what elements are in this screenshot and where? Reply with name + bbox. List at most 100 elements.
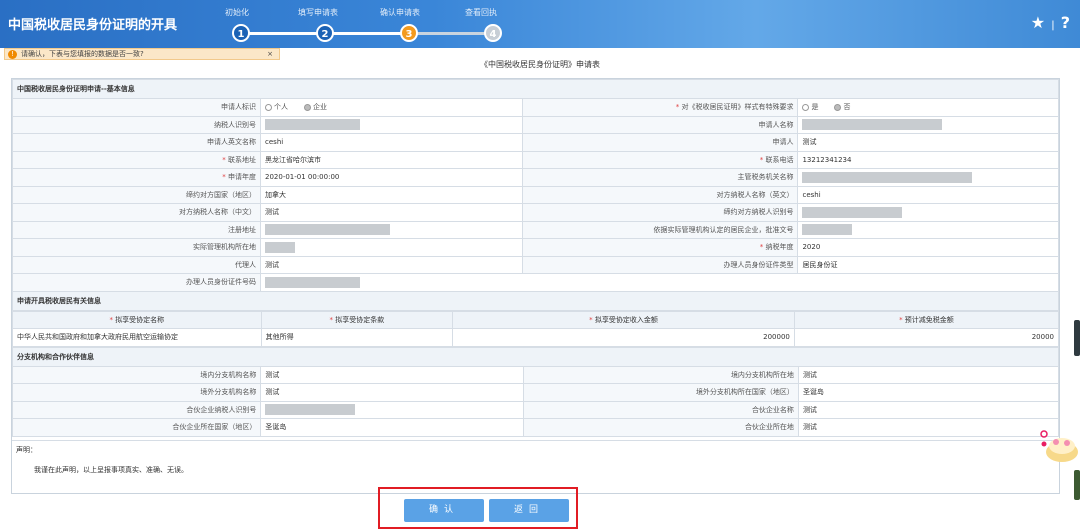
star-icon[interactable]: ★ bbox=[1031, 13, 1045, 32]
header-treaty-name-text: 拟享受协定名称 bbox=[115, 315, 165, 324]
step-label-4: 查看回执 bbox=[465, 8, 497, 17]
header-treaty-name: * 拟享受协定名称 bbox=[12, 310, 262, 329]
label-applicant-type: 申请人标识 bbox=[11, 98, 262, 117]
label-management-location: 实际管理机构所在地 bbox=[11, 238, 262, 257]
label-treaty-country: 缔约对方国家（地区） bbox=[11, 185, 262, 204]
header-treaty-article: * 拟享受协定条款 bbox=[260, 310, 454, 329]
treaty-article-value: 其他所得 bbox=[260, 328, 454, 347]
treaty-country-value: 加拿大 bbox=[260, 185, 524, 204]
label-domestic-branch: 境内分支机构名称 bbox=[11, 365, 262, 384]
basic-info-table: 中国税收居民身份证明申请--基本信息 申请人标识 个人 企业 * 对《税收居民证明… bbox=[11, 79, 1059, 311]
label-domestic-branch-location: 境内分支机构所在地 bbox=[522, 365, 799, 384]
section-basic-info: 中国税收居民身份证明申请--基本信息 bbox=[12, 79, 1059, 99]
label-special-format: * 对《税收居民证明》样式有特殊要求 bbox=[522, 98, 799, 117]
registered-address-value bbox=[260, 220, 524, 239]
label-address: * 联系地址 bbox=[11, 150, 262, 169]
tax-reduction-value: 20000 bbox=[793, 328, 1060, 347]
label-phone-text: 联系电话 bbox=[765, 155, 794, 164]
step-label-3: 确认申请表 bbox=[380, 8, 420, 17]
label-counterparty-en: 对方纳税人名称（英文） bbox=[522, 185, 799, 204]
partnership-id-value bbox=[260, 400, 524, 419]
tax-year-value: 2020 bbox=[797, 238, 1059, 257]
radio-no-label: 否 bbox=[843, 103, 851, 112]
label-apply-year-text: 申请年度 bbox=[228, 173, 257, 182]
english-name-value: ceshi bbox=[260, 133, 524, 152]
close-icon[interactable]: × bbox=[267, 49, 273, 59]
id-number-value bbox=[260, 273, 1059, 292]
side-scroll-handle[interactable] bbox=[1074, 320, 1080, 356]
step-circle-3[interactable]: 3 bbox=[400, 24, 418, 42]
counterparty-cn-value: 测试 bbox=[260, 203, 524, 222]
overseas-branch-country-value: 圣诞岛 bbox=[797, 383, 1060, 402]
header-income-amount-text: 拟享受协定收入金额 bbox=[594, 315, 658, 324]
radio-no[interactable] bbox=[834, 103, 842, 111]
label-counterparty-id: 缔约对方纳税人识别号 bbox=[522, 203, 799, 222]
label-partnership-location: 合伙企业所在地 bbox=[522, 418, 799, 437]
applicant-type-radios: 个人 企业 bbox=[260, 98, 524, 117]
overseas-branch-value: 测试 bbox=[260, 383, 524, 402]
label-special-format-text: 对《税收居民证明》样式有特殊要求 bbox=[681, 103, 794, 112]
apply-year-value: 2020-01-01 00:00:00 bbox=[260, 168, 524, 187]
section-residency-info: 申请开具税收居民有关信息 bbox=[12, 290, 1059, 311]
header-tax-reduction: * 预计减免税金额 bbox=[793, 310, 1060, 329]
label-phone: * 联系电话 bbox=[522, 150, 799, 169]
label-approval-number: 依据实际管理机构认定的居民企业，批准文号 bbox=[522, 220, 799, 239]
label-applicant-name: 申请人名称 bbox=[522, 115, 799, 134]
domestic-branch-location-value: 测试 bbox=[797, 365, 1060, 384]
label-tax-year: * 纳税年度 bbox=[522, 238, 799, 257]
domestic-branch-value: 测试 bbox=[260, 365, 524, 384]
radio-enterprise-label: 企业 bbox=[313, 103, 328, 112]
label-partnership-country: 合伙企业所在国家（地区） bbox=[11, 418, 262, 437]
label-tax-authority: 主管税务机关名称 bbox=[522, 168, 799, 187]
label-counterparty-cn: 对方纳税人名称（中文） bbox=[11, 203, 262, 222]
income-amount-value: 200000 bbox=[452, 328, 795, 347]
step-circle-4[interactable]: 4 bbox=[484, 24, 502, 42]
app-header: 中国税收居民身份证明的开具 初始化 填写申请表 确认申请表 查看回执 1 2 3… bbox=[0, 0, 1080, 48]
label-taxpayer-id: 纳税人识别号 bbox=[11, 115, 262, 134]
branch-table: 分支机构和合作伙伴信息 境内分支机构名称 测试 境内分支机构所在地 测试 境外分… bbox=[11, 346, 1060, 437]
taxpayer-id-value bbox=[260, 115, 524, 134]
step-progress: 初始化 填写申请表 确认申请表 查看回执 1 2 3 4 bbox=[222, 0, 512, 48]
tax-authority-value bbox=[797, 168, 1059, 187]
radio-personal[interactable] bbox=[265, 103, 273, 111]
applicant-name-value bbox=[797, 115, 1059, 134]
label-id-type: 办理人员身份证件类型 bbox=[522, 255, 799, 274]
confirm-button[interactable]: 确认 bbox=[404, 499, 484, 522]
step-line-todo bbox=[416, 32, 492, 35]
form-title: 《中国税收居民身份证明》申请表 bbox=[480, 60, 600, 69]
label-id-number: 办理人员身份证件号码 bbox=[11, 273, 262, 292]
label-partnership-name: 合伙企业名称 bbox=[522, 400, 799, 419]
header-income-amount: * 拟享受协定收入金额 bbox=[452, 310, 795, 329]
radio-yes-label: 是 bbox=[811, 103, 819, 112]
counterparty-en-value: ceshi bbox=[797, 185, 1059, 204]
application-form: 中国税收居民身份证明申请--基本信息 申请人标识 个人 企业 * 对《税收居民证明… bbox=[11, 78, 1060, 494]
declaration: 声明： 我谨在此声明，以上呈报事项真实、准确、无误。 bbox=[12, 440, 1059, 492]
label-tax-year-text: 纳税年度 bbox=[765, 243, 794, 252]
management-location-value bbox=[260, 238, 524, 257]
step-circle-2[interactable]: 2 bbox=[316, 24, 334, 42]
declaration-text: 我谨在此声明，以上呈报事项真实、准确、无误。 bbox=[34, 466, 188, 474]
step-label-2: 填写申请表 bbox=[298, 8, 338, 17]
section-branch-info: 分支机构和合作伙伴信息 bbox=[12, 346, 1059, 367]
label-english-name: 申请人英文名称 bbox=[11, 133, 262, 152]
app-title: 中国税收居民身份证明的开具 bbox=[8, 18, 178, 33]
header-tax-reduction-text: 预计减免税金额 bbox=[904, 315, 954, 324]
applicant-value: 测试 bbox=[797, 133, 1059, 152]
treaty-name-value: 中华人民共和国政府和加拿大政府民用航空运输协定 bbox=[12, 328, 262, 347]
back-button[interactable]: 返回 bbox=[489, 499, 569, 522]
radio-enterprise[interactable] bbox=[304, 103, 312, 111]
warning-icon: ! bbox=[8, 50, 17, 59]
radio-yes[interactable] bbox=[802, 103, 810, 111]
partnership-country-value: 圣诞岛 bbox=[260, 418, 524, 437]
treaty-table: * 拟享受协定名称 * 拟享受协定条款 * 拟享受协定收入金额 * 预计减免税金… bbox=[12, 310, 1060, 347]
help-icon[interactable]: ? bbox=[1061, 13, 1070, 32]
label-partnership-id: 合伙企业纳税人识别号 bbox=[11, 400, 262, 419]
special-format-radios: 是否 bbox=[797, 98, 1059, 117]
label-overseas-branch: 境外分支机构名称 bbox=[11, 383, 262, 402]
step-circle-1[interactable]: 1 bbox=[232, 24, 250, 42]
notice-text: 请确认，下表与您填报的数据是否一致? bbox=[21, 50, 144, 58]
label-applicant: 申请人 bbox=[522, 133, 799, 152]
side-widget[interactable] bbox=[1074, 470, 1080, 500]
id-type-value: 居民身份证 bbox=[797, 255, 1059, 274]
assistant-mascot-icon[interactable] bbox=[1040, 426, 1080, 466]
